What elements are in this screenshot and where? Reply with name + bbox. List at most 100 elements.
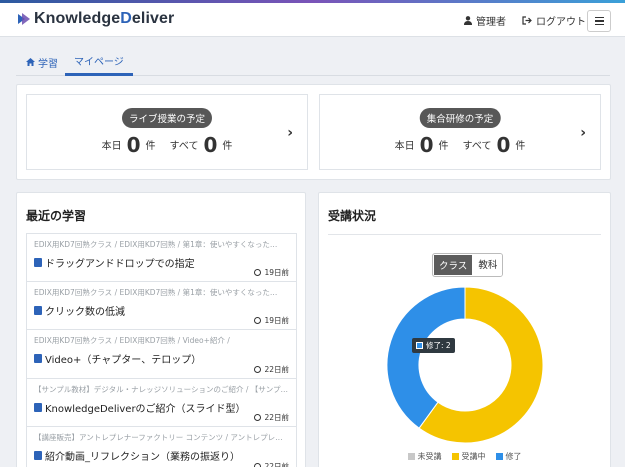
- elapsed-time-text: 19日前: [264, 267, 289, 277]
- item-title-text: 紹介動画_リフレクション（業務の振返り）: [45, 452, 240, 463]
- clock-icon: [254, 317, 262, 324]
- group-training-card[interactable]: 集合研修の予定 本日 0 件すべて 0 件 ›: [319, 94, 601, 170]
- tab-mypage[interactable]: マイページ: [65, 48, 133, 76]
- item-title-text: ドラッグアンドドロップでの指定: [45, 259, 195, 270]
- logo[interactable]: KnowledgeDeliver: [17, 10, 174, 28]
- menu-icon-bar: [594, 16, 604, 19]
- schedule-panel: ライブ授業の予定 本日 0 件すべて 0 件 › 集合研修の予定 本日 0 件すべて 0 件 ›: [16, 84, 611, 180]
- breadcrumb: EDIX用KD7回熟クラス / EDIX用KD7回熟 / Video+紹介 /: [34, 336, 230, 345]
- admin-link[interactable]: 管理者: [464, 13, 506, 28]
- live-class-title: ライブ授業の予定: [121, 108, 213, 128]
- book-icon: [34, 305, 42, 315]
- all-count: 0: [203, 133, 218, 157]
- logo-text-accent: D: [120, 10, 132, 27]
- unit-label: 件: [145, 141, 156, 152]
- menu-icon-bar: [594, 23, 604, 26]
- recent-learning-list: EDIX用KD7回熟クラス / EDIX用KD7回熟 / 第1章：使いやすくなっ…: [26, 233, 297, 467]
- legend-label: 未受講: [417, 452, 442, 461]
- elapsed-time: 22日前: [254, 364, 289, 375]
- tooltip-swatch: [416, 342, 423, 349]
- elapsed-time-text: 19日前: [264, 316, 289, 325]
- legend-swatch: [495, 453, 503, 460]
- legend-swatch: [451, 453, 459, 460]
- logo-text: KnowledgeDeliver: [34, 10, 174, 28]
- breadcrumb: EDIX用KD7回熟クラス / EDIX用KD7回熟 / 第1章：使いやすくなっ…: [34, 240, 278, 249]
- elapsed-time-text: 22日前: [264, 364, 289, 374]
- book-icon: [34, 354, 42, 363]
- clock-icon: [254, 268, 262, 276]
- unit-label: 件: [438, 141, 449, 152]
- user-icon: [464, 16, 472, 25]
- elapsed-time: 22日前: [254, 412, 289, 423]
- legend-label: 受講中: [461, 452, 486, 461]
- elapsed-time: 22日前: [254, 461, 289, 467]
- toggle-class-button[interactable]: クラス: [433, 254, 474, 276]
- toggle-subject-button[interactable]: 教科: [473, 254, 503, 276]
- elapsed-time: 19日前: [254, 267, 289, 278]
- hamburger-menu-button[interactable]: [587, 10, 611, 32]
- list-item[interactable]: 【サンプル教材】デジタル・ナレッジソリューションのご紹介 / 【サンプ… Know…: [26, 378, 297, 427]
- breadcrumb: 【講座販売】アントレプレナーファクトリー コンテンツ / アントレプレナ…: [34, 433, 289, 442]
- tab-mypage-label: マイページ: [74, 57, 124, 68]
- legend-item[interactable]: 受講中: [451, 451, 486, 462]
- tab-learning-label: 学習: [38, 58, 58, 70]
- group-training-title: 集合研修の予定: [419, 108, 501, 128]
- item-title[interactable]: Video+（チャプター、テロップ）: [34, 351, 289, 366]
- status-toggle: クラス 教科: [432, 253, 504, 277]
- main-tabs: 学習 マイページ: [16, 48, 610, 76]
- unit-label: 件: [515, 141, 526, 152]
- list-item[interactable]: EDIX用KD7回熟クラス / EDIX用KD7回熟 / Video+紹介 / V…: [26, 330, 297, 379]
- app-header: KnowledgeDeliver 管理者 ログアウト: [0, 3, 625, 37]
- logo-text-prefix: Knowledge: [34, 10, 121, 27]
- today-count: 0: [126, 133, 141, 157]
- chart-legend: 未受講 受講中 修了: [319, 451, 610, 462]
- logout-label: ログアウト: [536, 17, 586, 28]
- item-title[interactable]: ドラッグアンドドロップでの指定: [34, 255, 289, 270]
- status-panel: 受講状況 クラス 教科 修了: 2 未受講 受講中 修了: [318, 192, 611, 467]
- elapsed-time: 19日前: [254, 315, 289, 326]
- book-icon: [34, 402, 42, 412]
- donut-slice-修了[interactable]: [386, 286, 466, 429]
- today-label: 本日: [101, 141, 122, 152]
- status-donut-chart: [386, 286, 544, 444]
- chevron-right-icon: ›: [287, 125, 293, 141]
- admin-label: 管理者: [476, 17, 506, 28]
- home-icon: [26, 58, 35, 66]
- item-title[interactable]: クリック数の低減: [34, 303, 289, 318]
- list-item[interactable]: EDIX用KD7回熟クラス / EDIX用KD7回熟 / 第1章：使いやすくなっ…: [26, 281, 297, 330]
- clock-icon: [254, 414, 262, 421]
- group-training-counts: 本日 0 件すべて 0 件: [320, 133, 600, 157]
- logout-icon: [522, 16, 532, 25]
- all-count: 0: [496, 133, 511, 157]
- elapsed-time-text: 22日前: [264, 461, 289, 467]
- status-title: 受講状況: [328, 209, 377, 223]
- tooltip-text: 修了: 2: [426, 341, 451, 350]
- all-label: すべて: [462, 141, 492, 152]
- item-title[interactable]: KnowledgeDeliverのご紹介（スライド型）: [34, 400, 289, 415]
- item-title[interactable]: 紹介動画_リフレクション（業務の振返り）: [34, 448, 289, 463]
- chart-tooltip: 修了: 2: [412, 338, 455, 353]
- item-title-text: Video+（チャプター、テロップ）: [45, 355, 202, 366]
- clock-icon: [254, 462, 262, 467]
- divider: [328, 234, 601, 235]
- breadcrumb: EDIX用KD7回熟クラス / EDIX用KD7回熟 / 第1章：使いやすくなっ…: [34, 287, 278, 297]
- breadcrumb: 【サンプル教材】デジタル・ナレッジソリューションのご紹介 / 【サンプ…: [34, 384, 289, 394]
- item-title-text: クリック数の低減: [45, 306, 125, 318]
- list-item[interactable]: 【講座販売】アントレプレナーファクトリー コンテンツ / アントレプレナ… 紹介動…: [26, 427, 297, 467]
- legend-item[interactable]: 未受講: [407, 451, 442, 462]
- recent-learning-title: 最近の学習: [26, 209, 87, 223]
- logo-mark-icon: [18, 13, 30, 25]
- book-icon: [34, 258, 42, 267]
- book-icon: [34, 451, 42, 460]
- legend-item[interactable]: 修了: [495, 451, 522, 462]
- list-item[interactable]: EDIX用KD7回熟クラス / EDIX用KD7回熟 / 第1章：使いやすくなっ…: [26, 233, 297, 282]
- elapsed-time-text: 22日前: [264, 413, 289, 422]
- today-count: 0: [419, 133, 434, 157]
- tab-learning[interactable]: 学習: [26, 48, 58, 76]
- legend-swatch: [407, 453, 415, 460]
- recent-learning-panel: 最近の学習 EDIX用KD7回熟クラス / EDIX用KD7回熟 / 第1章：使…: [16, 192, 306, 467]
- live-class-card[interactable]: ライブ授業の予定 本日 0 件すべて 0 件 ›: [26, 94, 308, 170]
- clock-icon: [254, 365, 262, 373]
- live-class-counts: 本日 0 件すべて 0 件: [27, 133, 307, 157]
- logout-link[interactable]: ログアウト: [522, 13, 586, 28]
